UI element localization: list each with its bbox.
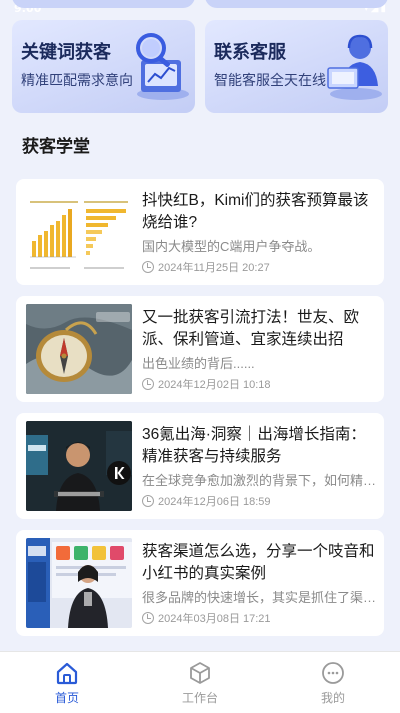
- article-meta: 2024年03月08日 17:21: [142, 610, 271, 626]
- previous-card-left[interactable]: [12, 0, 195, 8]
- home-icon: [56, 662, 78, 685]
- article-title: 获客渠道怎么选，分享一个吱音和小红书的真实案例: [142, 543, 375, 582]
- clock-icon: [142, 261, 154, 273]
- article-description: 出色业绩的背后......: [142, 356, 255, 371]
- support-agent-icon: [327, 34, 382, 100]
- tab-label: 我的: [320, 691, 345, 705]
- article-meta: 2024年12月02日 10:18: [142, 376, 271, 392]
- article-title: 抖快红B，Kimi们的获客预算最该烧给谁?: [142, 192, 369, 231]
- article-card[interactable]: 36氪出海·洞察｜出海增长指南：精准获客与持续服务 在全球竞争愈加激烈的背景下，…: [16, 413, 384, 519]
- bottom-tab-bar: 首页 工作台 我的: [0, 651, 400, 713]
- article-date: 2024年11月25日 20:27: [158, 262, 270, 274]
- clock-icon: [142, 378, 154, 390]
- previous-card-right[interactable]: [205, 0, 388, 8]
- article-card[interactable]: 又一批获客引流打法！世友、欧派、保利管道、宜家连续出招 出色业绩的背后.....…: [16, 296, 384, 402]
- article-date: 2024年12月06日 18:59: [158, 496, 271, 508]
- clock-icon: [142, 495, 154, 507]
- card-subtitle: 精准匹配需求意向: [21, 72, 133, 88]
- article-card[interactable]: 抖快红B，Kimi们的获客预算最该烧给谁? 国内大模型的C端用户争夺战。 202…: [16, 179, 384, 285]
- article-description: 国内大模型的C端用户争夺战。: [142, 239, 321, 254]
- tab-label: 首页: [54, 691, 79, 705]
- tab-label: 工作台: [181, 691, 218, 705]
- cube-icon: [190, 662, 210, 684]
- speaker-video-thumbnail: [26, 421, 132, 511]
- card-subtitle: 智能客服全天在线: [214, 72, 326, 88]
- card-title: 联系客服: [214, 42, 286, 62]
- section-title: 获客学堂: [22, 137, 90, 156]
- article-description: 在全球竞争愈加激烈的背景下，如何精准获客: [142, 473, 378, 488]
- article-title: 又一批获客引流打法！世友、欧派、保利管道、宜家连续出招: [142, 309, 360, 348]
- article-title: 36氪出海·洞察｜出海增长指南：精准获客与持续服务: [142, 426, 366, 465]
- chart-icon: [136, 33, 189, 100]
- bar-chart-thumbnail: [26, 187, 132, 277]
- article-meta: 2024年11月25日 20:27: [142, 259, 270, 275]
- clock-icon: [142, 612, 154, 624]
- tab-home[interactable]: 首页: [0, 652, 134, 713]
- presenter-thumbnail: [26, 538, 132, 628]
- profile-icon: [322, 662, 344, 684]
- compass-thumbnail: [26, 304, 132, 394]
- article-meta: 2024年12月06日 18:59: [142, 493, 271, 509]
- article-date: 2024年12月02日 10:18: [158, 379, 271, 391]
- article-description: 很多品牌的快速增长，其实是抓住了渠道红利: [142, 590, 378, 605]
- tab-workbench[interactable]: 工作台: [133, 652, 267, 713]
- contact-service-card[interactable]: 联系客服 智能客服全天在线: [205, 20, 388, 113]
- article-card[interactable]: 获客渠道怎么选，分享一个吱音和小红书的真实案例 很多品牌的快速增长，其实是抓住了…: [16, 530, 384, 636]
- card-title: 关键词获客: [21, 42, 111, 62]
- tab-profile[interactable]: 我的: [266, 652, 400, 713]
- keyword-acquisition-card[interactable]: 关键词获客 精准匹配需求意向: [12, 20, 195, 113]
- article-date: 2024年03月08日 17:21: [158, 613, 271, 625]
